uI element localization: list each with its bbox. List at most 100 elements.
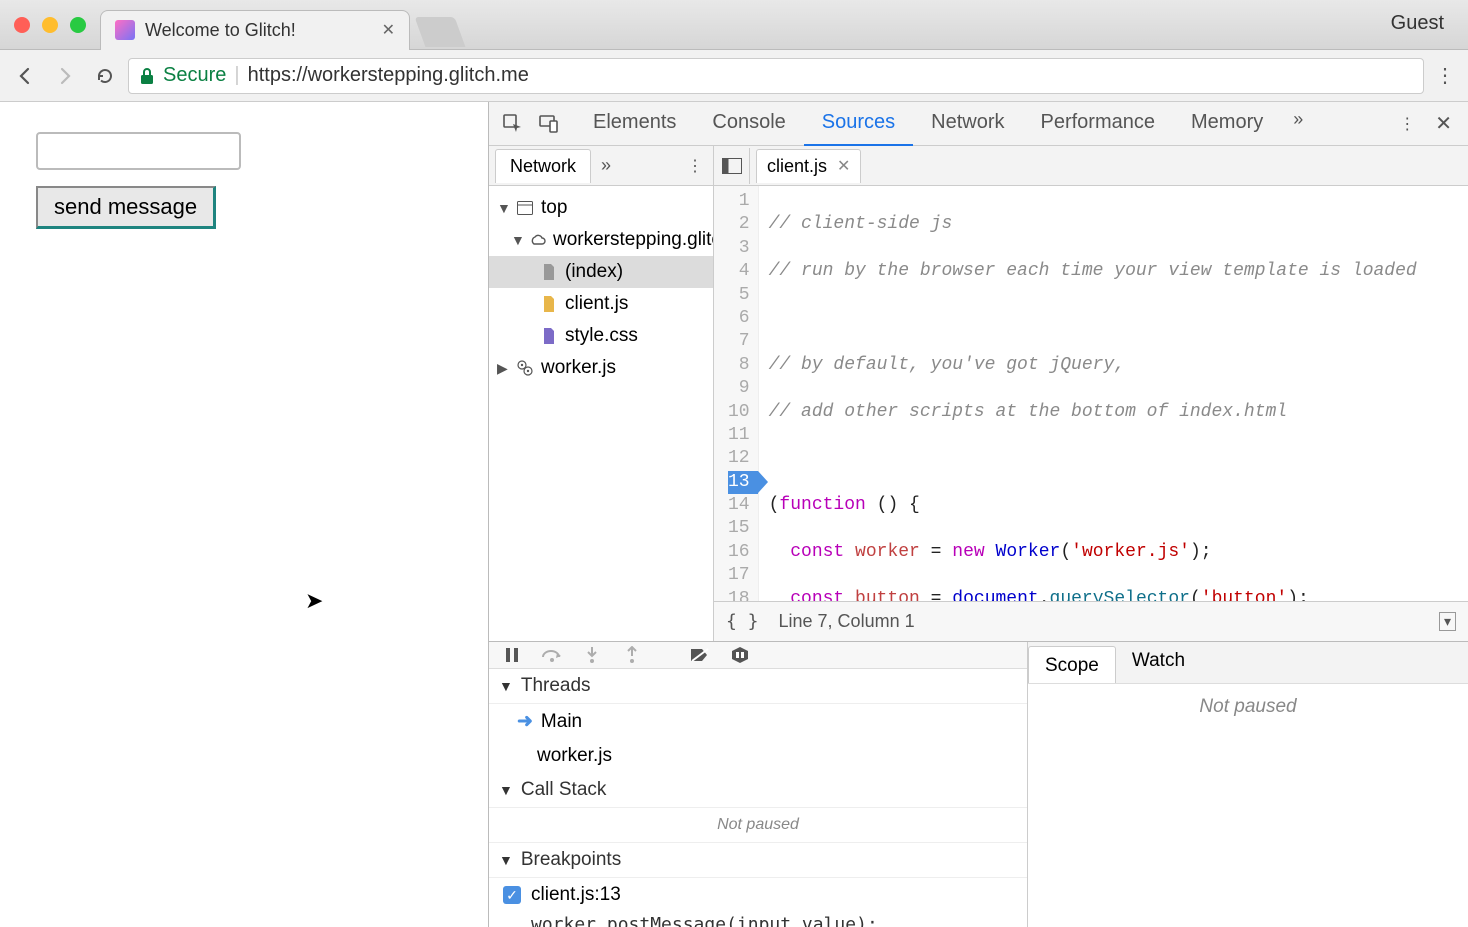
window-frame-icon (515, 198, 535, 218)
tree-label: workerstepping.glitch (553, 229, 713, 251)
deactivate-breakpoints-button[interactable] (687, 642, 713, 668)
thread-main[interactable]: Main (489, 704, 1027, 739)
gear-icon (515, 358, 535, 378)
tree-node-top[interactable]: ▼ top (489, 192, 713, 224)
chevron-right-icon: ▶ (497, 360, 509, 377)
navigator-header: Network » ⋮ (489, 146, 713, 186)
tabs-overflow-icon[interactable]: » (1281, 101, 1315, 147)
threads-header[interactable]: ▼ Threads (489, 669, 1027, 704)
toggle-navigator-icon[interactable] (714, 148, 750, 184)
editor-tab-client-js[interactable]: client.js ✕ (756, 149, 861, 183)
step-over-button[interactable] (539, 642, 565, 668)
thread-label: worker.js (537, 745, 612, 767)
call-stack-empty: Not paused (489, 808, 1027, 843)
tree-node-domain[interactable]: ▼ workerstepping.glitch (489, 224, 713, 256)
tab-network[interactable]: Network (913, 101, 1022, 147)
breakpoint-marker[interactable]: 13 (728, 471, 758, 494)
tab-performance[interactable]: Performance (1023, 101, 1174, 147)
breakpoints-header[interactable]: ▼ Breakpoints (489, 843, 1027, 878)
scope-tab[interactable]: Scope (1028, 646, 1116, 683)
code-editor[interactable]: 123456789101112131415161718 // client-si… (714, 186, 1468, 601)
debugger-panel: ▼ Threads Main worker.js ▼ Call Stack No… (489, 641, 1468, 927)
file-tree: ▼ top ▼ workerstepping.glitch (489, 186, 713, 641)
tab-close-button[interactable]: ✕ (382, 20, 395, 40)
breakpoint-label: client.js:13 (531, 884, 621, 906)
new-tab-button[interactable] (415, 17, 466, 47)
debugger-right: Scope Watch Not paused (1028, 642, 1468, 927)
tree-file-index[interactable]: (index) (489, 256, 713, 288)
js-file-icon (539, 294, 559, 314)
content-area: send message ➤ Elements Console Sources … (0, 102, 1468, 927)
breakpoint-item[interactable]: ✓ client.js:13 (489, 878, 1027, 912)
navigator-panel: Network » ⋮ ▼ top ▼ (489, 146, 714, 641)
scope-watch-tabs: Scope Watch (1028, 642, 1468, 684)
breakpoint-checkbox[interactable]: ✓ (503, 886, 521, 904)
debugger-toolbar (489, 642, 1027, 669)
tab-memory[interactable]: Memory (1173, 101, 1281, 147)
window-close-button[interactable] (14, 17, 30, 33)
step-into-button[interactable] (579, 642, 605, 668)
tree-file-client-js[interactable]: client.js (489, 288, 713, 320)
profile-label[interactable]: Guest (1391, 12, 1444, 35)
editor-tabstrip: client.js ✕ (714, 146, 1468, 186)
chevron-down-icon: ▼ (499, 782, 513, 798)
show-console-icon[interactable]: ▾ (1439, 612, 1456, 631)
threads-label: Threads (521, 675, 591, 697)
navigator-tabs-more-icon[interactable]: » (591, 155, 621, 176)
pause-on-exceptions-button[interactable] (727, 642, 753, 668)
browser-menu-button[interactable]: ⋮ (1430, 63, 1460, 88)
inspect-element-icon[interactable] (495, 106, 531, 142)
step-out-button[interactable] (619, 642, 645, 668)
pause-button[interactable] (499, 642, 525, 668)
cloud-icon (529, 230, 547, 250)
navigator-menu-icon[interactable]: ⋮ (677, 156, 713, 176)
thread-label: Main (541, 711, 582, 733)
chevron-down-icon: ▼ (499, 678, 513, 694)
editor-tab-label: client.js (767, 156, 827, 177)
tree-label: worker.js (541, 357, 616, 379)
tab-sources[interactable]: Sources (804, 101, 913, 147)
breakpoint-code: worker.postMessage(input.value); (489, 912, 1027, 927)
url-text: https://workerstepping.glitch.me (248, 64, 529, 87)
tree-label: style.css (565, 325, 638, 347)
url-separator: | (234, 64, 239, 87)
page-content: send message ➤ (0, 102, 488, 927)
devtools-close-button[interactable]: ✕ (1425, 107, 1462, 140)
line-gutter[interactable]: 123456789101112131415161718 (714, 186, 759, 601)
window-zoom-button[interactable] (70, 17, 86, 33)
browser-tab[interactable]: Welcome to Glitch! ✕ (100, 10, 410, 50)
message-input[interactable] (36, 132, 241, 170)
pretty-print-icon[interactable]: { } (726, 611, 759, 632)
tree-label: (index) (565, 261, 623, 283)
scope-empty: Not paused (1028, 684, 1468, 927)
lock-icon (139, 67, 155, 85)
tab-title: Welcome to Glitch! (145, 20, 372, 41)
call-stack-header[interactable]: ▼ Call Stack (489, 773, 1027, 808)
tree-file-style-css[interactable]: style.css (489, 320, 713, 352)
tree-label: client.js (565, 293, 628, 315)
tab-elements[interactable]: Elements (575, 101, 694, 147)
tree-node-worker[interactable]: ▶ worker.js (489, 352, 713, 384)
device-toggle-icon[interactable] (531, 106, 567, 142)
editor-tab-close-button[interactable]: ✕ (837, 156, 850, 176)
forward-button[interactable] (48, 59, 82, 93)
window-minimize-button[interactable] (42, 17, 58, 33)
watch-tab[interactable]: Watch (1116, 642, 1201, 683)
devtools-toolbar: Elements Console Sources Network Perform… (489, 102, 1468, 146)
send-message-button[interactable]: send message (36, 186, 216, 229)
reload-button[interactable] (88, 59, 122, 93)
address-bar[interactable]: Secure | https://workerstepping.glitch.m… (128, 58, 1424, 94)
navigator-tab-network[interactable]: Network (495, 149, 591, 183)
chevron-down-icon: ▼ (497, 200, 509, 216)
thread-worker[interactable]: worker.js (489, 739, 1027, 773)
back-button[interactable] (8, 59, 42, 93)
code-lines[interactable]: // client-side js // run by the browser … (759, 186, 1427, 601)
tree-label: top (541, 197, 567, 219)
devtools-menu-icon[interactable]: ⋮ (1399, 114, 1415, 134)
chevron-down-icon: ▼ (511, 232, 523, 248)
secure-label: Secure (163, 64, 226, 87)
cursor-position: Line 7, Column 1 (779, 611, 915, 632)
call-stack-label: Call Stack (521, 779, 607, 801)
tab-console[interactable]: Console (694, 101, 803, 147)
devtools-panel: Elements Console Sources Network Perform… (488, 102, 1468, 927)
